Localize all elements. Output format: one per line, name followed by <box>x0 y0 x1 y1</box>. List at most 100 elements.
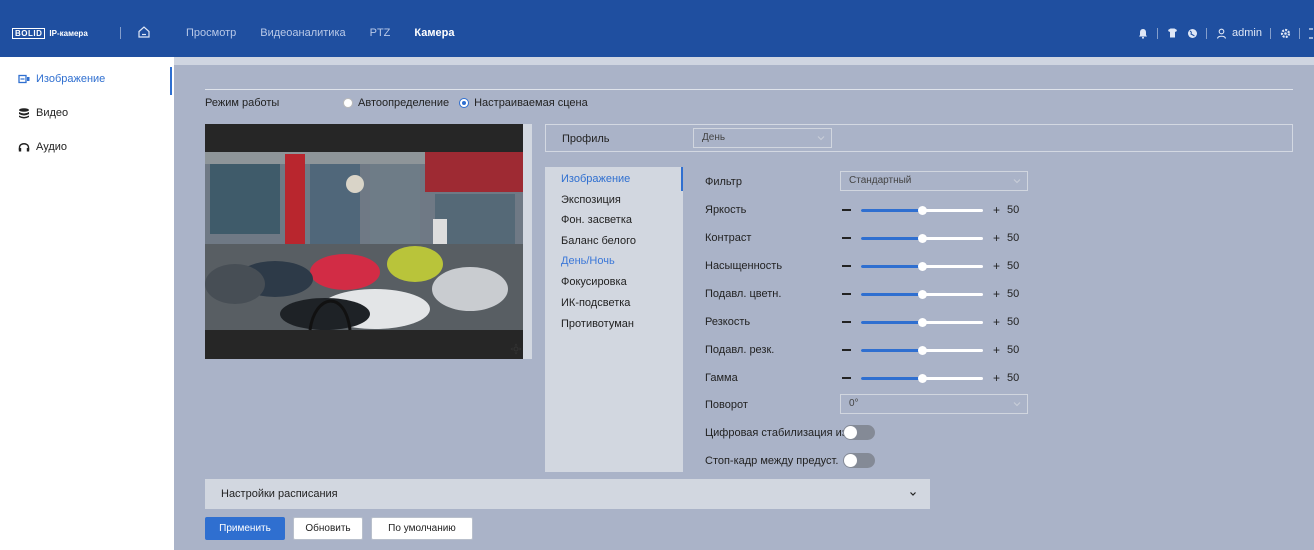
slider-control: +50 <box>840 287 1030 301</box>
slider-label: Контраст <box>705 232 752 244</box>
slider-value: 50 <box>1007 316 1020 328</box>
plus-icon[interactable]: + <box>993 343 1000 357</box>
nav-tab-camera[interactable]: Камера <box>414 26 454 40</box>
slider-track[interactable] <box>861 374 983 383</box>
mode-row: Режим работы Автоопределение Настраиваем… <box>205 96 598 110</box>
slider-value: 50 <box>1007 204 1020 216</box>
minus-icon[interactable] <box>842 237 851 239</box>
minus-icon[interactable] <box>842 209 851 211</box>
user-icon[interactable] <box>1215 27 1227 39</box>
move-icon[interactable] <box>510 343 522 355</box>
slider-track[interactable] <box>861 234 983 243</box>
slider-handle[interactable] <box>918 290 927 299</box>
sidebar: Изображение Видео Аудио <box>0 57 174 550</box>
slider-fill <box>861 349 922 352</box>
submenu-item-defog[interactable]: Противотуман <box>561 318 634 330</box>
globe-icon[interactable] <box>1186 27 1198 39</box>
preset-freeze-toggle[interactable] <box>843 453 875 468</box>
user-name[interactable]: admin <box>1232 27 1262 39</box>
top-bar: BOLID IP-камера Просмотр Видеоаналитика … <box>0 0 1314 57</box>
nav-tab-ptz[interactable]: PTZ <box>370 26 391 40</box>
gear-icon[interactable] <box>1279 27 1291 39</box>
minus-icon[interactable] <box>842 377 851 379</box>
plus-icon[interactable]: + <box>993 231 1000 245</box>
radio-circle-selected[interactable] <box>459 98 470 108</box>
slider-label: Яркость <box>705 204 747 216</box>
apply-button[interactable]: Применить <box>205 517 285 540</box>
minus-icon[interactable] <box>842 321 851 323</box>
radio-auto-detect[interactable]: Автоопределение <box>343 97 449 109</box>
plus-icon[interactable]: + <box>993 371 1000 385</box>
sidebar-item-video[interactable]: Видео <box>0 97 174 129</box>
slider-control: +50 <box>840 343 1030 357</box>
slider-control: +50 <box>840 231 1030 245</box>
shirt-icon[interactable] <box>1166 27 1178 39</box>
radio-custom-scene[interactable]: Настраиваемая сцена <box>459 97 588 109</box>
slider-handle[interactable] <box>918 234 927 243</box>
plus-icon[interactable]: + <box>993 315 1000 329</box>
slider-value: 50 <box>1007 232 1020 244</box>
slider-label: Подавл. цветн. <box>705 288 782 300</box>
profile-select[interactable]: День <box>693 128 832 148</box>
slider-handle[interactable] <box>918 206 927 215</box>
slider-track[interactable] <box>861 206 983 215</box>
minus-icon[interactable] <box>842 265 851 267</box>
schedule-label: Настройки расписания <box>221 488 338 500</box>
profile-row: Профиль День <box>545 124 1293 152</box>
refresh-button[interactable]: Обновить <box>293 517 363 540</box>
submenu-item-focus[interactable]: Фокусировка <box>561 276 627 288</box>
mode-label: Режим работы <box>205 97 280 109</box>
submenu-item-exposure[interactable]: Экспозиция <box>561 194 621 206</box>
rotation-label: Поворот <box>705 399 748 411</box>
rotation-select[interactable]: 0° <box>840 394 1028 414</box>
divider <box>1206 27 1208 39</box>
slider-handle[interactable] <box>918 318 927 327</box>
profile-label: Профиль <box>562 133 610 145</box>
slider-handle[interactable] <box>918 374 927 383</box>
default-button[interactable]: По умолчанию <box>371 517 473 540</box>
digital-stabilization-label: Цифровая стабилизация из... <box>705 427 856 439</box>
submenu-item-ir-light[interactable]: ИК-подсветка <box>561 297 630 309</box>
submenu-item-backlight[interactable]: Фон. засветка <box>561 214 632 226</box>
slider-handle[interactable] <box>918 262 927 271</box>
minus-icon[interactable] <box>842 293 851 295</box>
logo-text: IP-камера <box>49 28 88 38</box>
digital-stabilization-toggle[interactable] <box>843 425 875 440</box>
slider-control: +50 <box>840 203 1030 217</box>
video-stack-icon <box>19 108 29 119</box>
home-icon[interactable] <box>137 25 151 39</box>
video-preview[interactable] <box>205 124 532 359</box>
plus-icon[interactable]: + <box>993 259 1000 273</box>
slider-value: 50 <box>1007 372 1020 384</box>
divider <box>120 27 121 39</box>
submenu-item-day-night[interactable]: День/Ночь <box>561 255 615 267</box>
plus-icon[interactable]: + <box>993 203 1000 217</box>
chevron-down-icon <box>1013 179 1021 184</box>
sidebar-item-image[interactable]: Изображение <box>0 63 174 95</box>
content-top-strip <box>174 57 1314 65</box>
slider-value: 50 <box>1007 260 1020 272</box>
slider-track[interactable] <box>861 318 983 327</box>
slider-handle[interactable] <box>918 346 927 355</box>
chevron-down-icon <box>1013 402 1021 407</box>
slider-track[interactable] <box>861 290 983 299</box>
plus-icon[interactable]: + <box>993 287 1000 301</box>
submenu-item-white-balance[interactable]: Баланс белого <box>561 235 636 247</box>
radio-circle[interactable] <box>343 98 353 108</box>
submenu-item-image[interactable]: Изображение <box>561 173 630 185</box>
slider-track[interactable] <box>861 346 983 355</box>
nav-tab-view[interactable]: Просмотр <box>186 26 236 40</box>
brand-logo: BOLID IP-камера <box>12 27 88 39</box>
nav-tab-analytics[interactable]: Видеоаналитика <box>260 26 345 40</box>
filter-select[interactable]: Стандартный <box>840 171 1028 191</box>
divider <box>1299 27 1300 39</box>
sidebar-item-audio[interactable]: Аудио <box>0 131 174 163</box>
minus-icon[interactable] <box>842 349 851 351</box>
schedule-settings[interactable]: Настройки расписания <box>205 479 930 509</box>
fullscreen-icon[interactable] <box>1308 27 1314 39</box>
slider-fill <box>861 293 922 296</box>
bell-icon[interactable] <box>1137 27 1149 39</box>
slider-track[interactable] <box>861 262 983 271</box>
chevron-down-icon[interactable] <box>909 490 917 498</box>
slider-fill <box>861 377 922 380</box>
